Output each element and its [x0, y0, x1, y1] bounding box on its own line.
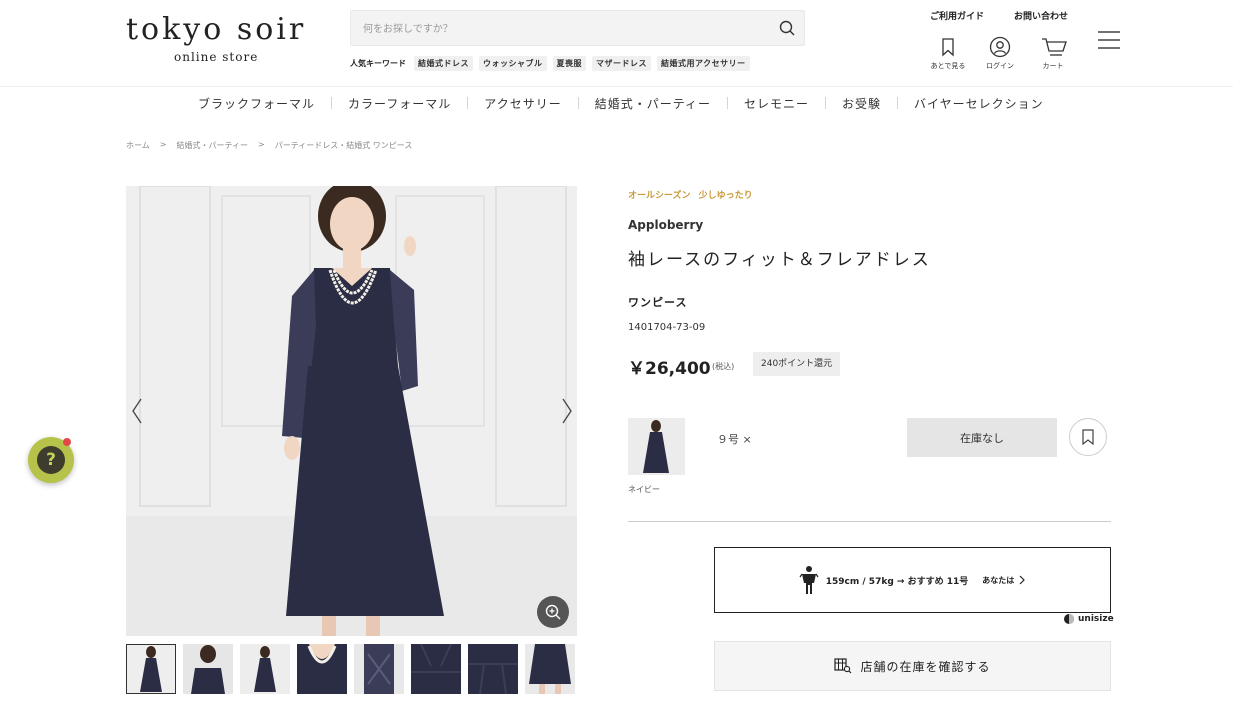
contact-link[interactable]: お問い合わせ [1014, 9, 1068, 22]
person-figure-icon [799, 566, 819, 594]
header-divider [0, 86, 1233, 87]
thumbnail[interactable] [240, 644, 290, 694]
notification-dot [63, 438, 71, 446]
global-nav: ブラックフォーマル カラーフォーマル アクセサリー 結婚式・パーティー セレモニ… [198, 95, 1044, 111]
zoom-button[interactable] [537, 596, 569, 628]
breadcrumb-separator: > [159, 140, 167, 149]
cart-label[interactable]: カート [1033, 61, 1073, 71]
tag-season: オールシーズン [628, 191, 691, 201]
search-icon[interactable] [778, 19, 796, 37]
keyword-tag[interactable]: 夏喪服 [552, 55, 586, 71]
variant-thumbnail[interactable] [628, 418, 685, 475]
chevron-right-icon [1019, 575, 1026, 585]
help-icon: ? [37, 446, 65, 474]
product-main-image[interactable] [126, 186, 577, 636]
nav-separator [577, 97, 579, 109]
points-badge: 240ポイント還元 [753, 352, 841, 376]
product-category: ワンピース [628, 296, 688, 309]
thumbnail[interactable] [525, 644, 575, 694]
unisize-logo: unisize [1064, 614, 1114, 624]
thumbnail[interactable] [354, 644, 404, 694]
next-image-icon[interactable] [560, 396, 574, 426]
nav-item-black-formal[interactable]: ブラックフォーマル [198, 95, 315, 112]
tax-label: (税込) [712, 362, 735, 371]
bookmark-label[interactable]: あとで見る [928, 61, 968, 71]
keywords-title: 人気キーワード [350, 58, 406, 68]
breadcrumb-separator: > [258, 140, 265, 149]
keyword-tag[interactable]: 結婚式ドレス [414, 55, 473, 71]
nav-separator [467, 97, 469, 109]
nav-item-exam[interactable]: お受験 [842, 95, 881, 112]
nav-separator [726, 97, 728, 109]
bookmark-icon [1082, 429, 1094, 445]
keyword-tag[interactable]: ウォッシャブル [479, 55, 547, 71]
check-store-stock-button[interactable]: 店舗の在庫を確認する [714, 641, 1111, 691]
section-divider [628, 521, 1111, 522]
thumbnail[interactable] [126, 644, 176, 694]
nav-separator [897, 97, 899, 109]
nav-item-accessory[interactable]: アクセサリー [484, 95, 561, 112]
help-chat-button[interactable]: ? [28, 437, 74, 483]
variant-size-label: ９号 × [717, 433, 752, 446]
popular-keywords: 人気キーワード 結婚式ドレス ウォッシャブル 夏喪服 マザードレス 結婚式用アク… [350, 55, 756, 71]
variant-color-label: ネイビー [628, 485, 660, 494]
nav-item-buyer-selection[interactable]: バイヤーセレクション [914, 95, 1044, 112]
store-search-icon [834, 658, 852, 674]
tag-fit: 少しゆったり [698, 191, 753, 201]
product-code: 1401704-73-09 [628, 322, 706, 333]
thumbnail[interactable] [468, 644, 518, 694]
nav-separator [331, 97, 333, 109]
user-icon[interactable] [989, 36, 1011, 58]
add-favorite-button[interactable] [1069, 418, 1107, 456]
keyword-tag[interactable]: マザードレス [592, 55, 651, 71]
bookmark-icon[interactable] [937, 36, 959, 58]
hamburger-menu-icon[interactable] [1098, 30, 1120, 50]
zoom-in-icon [545, 604, 561, 620]
nav-separator [825, 97, 826, 109]
out-of-stock-button[interactable]: 在庫なし [907, 418, 1057, 457]
unisize-icon [1064, 614, 1074, 624]
search-input[interactable] [363, 19, 763, 39]
thumbnail[interactable] [297, 644, 347, 694]
login-label[interactable]: ログイン [980, 61, 1020, 71]
nav-item-ceremony[interactable]: セレモニー [744, 95, 809, 112]
nav-item-color-formal[interactable]: カラーフォーマル [348, 95, 451, 112]
size-recommendation-box[interactable]: 159cm / 57kg → おすすめ 11号 あなたは [714, 547, 1111, 613]
breadcrumb-category[interactable]: 結婚式・パーティー [176, 140, 248, 151]
store-button-label: 店舗の在庫を確認する [860, 659, 991, 674]
unisize-label: unisize [1078, 614, 1114, 624]
breadcrumb-subcategory[interactable]: パーティードレス・結婚式 ワンピース [275, 140, 413, 151]
search-box[interactable] [350, 10, 805, 46]
product-brand[interactable]: Apploberry [628, 218, 703, 232]
cart-icon[interactable] [1041, 36, 1067, 58]
product-price: ￥26,400 [628, 359, 711, 379]
guide-link[interactable]: ご利用ガイド [930, 9, 984, 22]
size-recommendation-text: 159cm / 57kg → おすすめ 11号 [825, 576, 969, 587]
size-you-link[interactable]: あなたは [982, 575, 1014, 586]
logo-main[interactable]: tokyo soir [126, 12, 306, 47]
product-photo [126, 186, 577, 636]
prev-image-icon[interactable] [130, 396, 144, 426]
thumbnail[interactable] [183, 644, 233, 694]
thumbnail[interactable] [411, 644, 461, 694]
keyword-tag[interactable]: 結婚式用アクセサリー [657, 55, 750, 71]
nav-item-wedding-party[interactable]: 結婚式・パーティー [595, 95, 711, 112]
product-title: 袖レースのフィット＆フレアドレス [628, 250, 931, 270]
product-tags: オールシーズン 少しゆったり [628, 188, 761, 201]
breadcrumb-home[interactable]: ホーム [126, 140, 150, 151]
thumbnail-strip [126, 644, 575, 694]
logo-sub[interactable]: online store [174, 50, 258, 64]
breadcrumb: ホーム > 結婚式・パーティー > パーティードレス・結婚式 ワンピース [126, 140, 412, 151]
